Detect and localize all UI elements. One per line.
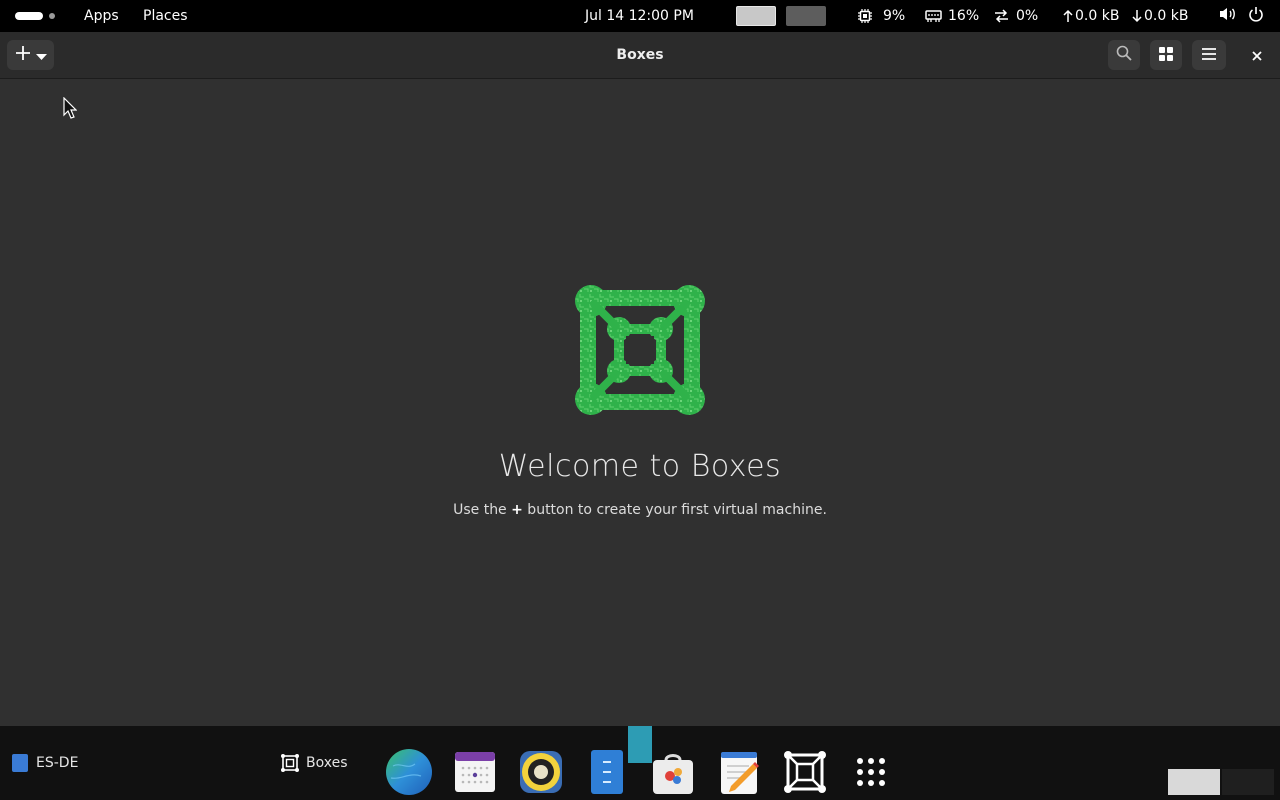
- welcome-subtitle-plus: +: [511, 502, 523, 518]
- boxes-logo-icon: [575, 285, 705, 415]
- task-boxes[interactable]: Boxes: [280, 726, 348, 800]
- workspace-switcher-1[interactable]: [1168, 769, 1220, 795]
- workspace-dot-icon: [49, 13, 55, 19]
- menu-icon: [1201, 46, 1217, 65]
- arrow-up-icon: [1063, 9, 1073, 23]
- web-browser-icon[interactable]: [385, 748, 433, 796]
- grid-view-button[interactable]: [1150, 40, 1182, 70]
- clock[interactable]: Jul 14 12:00 PM: [585, 0, 694, 32]
- cpu-value: 9%: [883, 8, 906, 24]
- boxes-task-icon: [280, 753, 300, 773]
- swap-value: 0%: [1016, 8, 1039, 24]
- window-title: Boxes: [616, 47, 664, 63]
- apps-menu[interactable]: Apps: [84, 0, 119, 32]
- upload-value: 0.0 kB: [1075, 8, 1120, 24]
- close-icon: [1252, 46, 1262, 65]
- grid-view-icon: [1159, 46, 1173, 65]
- task-es-de-label: ES-DE: [36, 755, 79, 771]
- memory-icon: [925, 9, 942, 23]
- welcome-subtitle-part2: button to create your first virtual mach…: [522, 502, 827, 518]
- window-header: Boxes: [0, 32, 1280, 79]
- workspace-1-thumbnail[interactable]: [736, 6, 776, 26]
- swap-icon: [993, 9, 1010, 23]
- swap-indicator[interactable]: 0%: [993, 0, 1038, 32]
- top-bar: Apps Places Jul 14 12:00 PM 9% 16% 0% 0.…: [0, 0, 1280, 32]
- add-icon: [15, 45, 31, 65]
- dock: ES-DE Boxes: [0, 726, 1280, 800]
- music-player-icon[interactable]: [517, 748, 565, 796]
- activities-button[interactable]: [15, 0, 55, 32]
- download-indicator[interactable]: 0.0 kB: [1132, 0, 1188, 32]
- close-button[interactable]: [1244, 40, 1270, 70]
- file-manager-icon[interactable]: [583, 748, 631, 796]
- places-menu[interactable]: Places: [143, 0, 188, 32]
- power-button[interactable]: [1248, 0, 1264, 32]
- welcome-subtitle-part1: Use the: [453, 502, 512, 518]
- chevron-down-icon: [35, 46, 47, 65]
- activities-pill-icon: [15, 12, 43, 20]
- add-button[interactable]: [7, 40, 54, 70]
- welcome-view: Welcome to Boxes Use the + button to cre…: [0, 79, 1280, 726]
- main-menu-button[interactable]: [1192, 40, 1226, 70]
- memory-value: 16%: [948, 8, 980, 24]
- search-icon: [1116, 45, 1132, 65]
- cpu-indicator[interactable]: 9%: [857, 0, 905, 32]
- cpu-icon: [857, 8, 873, 24]
- download-value: 0.0 kB: [1144, 8, 1189, 24]
- show-apps-icon[interactable]: [847, 748, 895, 796]
- memory-indicator[interactable]: 16%: [925, 0, 979, 32]
- welcome-title: Welcome to Boxes: [498, 449, 782, 484]
- task-es-de[interactable]: ES-DE: [12, 726, 78, 800]
- welcome-subtitle: Use the + button to create your first vi…: [0, 502, 1280, 518]
- software-store-icon[interactable]: [649, 748, 697, 796]
- task-boxes-label: Boxes: [306, 755, 348, 771]
- search-button[interactable]: [1108, 40, 1140, 70]
- calendar-icon[interactable]: [451, 748, 499, 796]
- arrow-down-icon: [1132, 9, 1142, 23]
- workspace-2-thumbnail[interactable]: [786, 6, 826, 26]
- volume-button[interactable]: [1219, 0, 1237, 32]
- mouse-cursor-icon: [63, 97, 77, 119]
- text-editor-icon[interactable]: [715, 748, 763, 796]
- es-de-app-icon: [12, 754, 28, 772]
- upload-indicator[interactable]: 0.0 kB: [1063, 0, 1119, 32]
- boxes-app-icon[interactable]: [781, 748, 829, 796]
- power-icon: [1248, 6, 1264, 26]
- workspace-switcher-2[interactable]: [1222, 769, 1274, 795]
- volume-icon: [1219, 6, 1237, 26]
